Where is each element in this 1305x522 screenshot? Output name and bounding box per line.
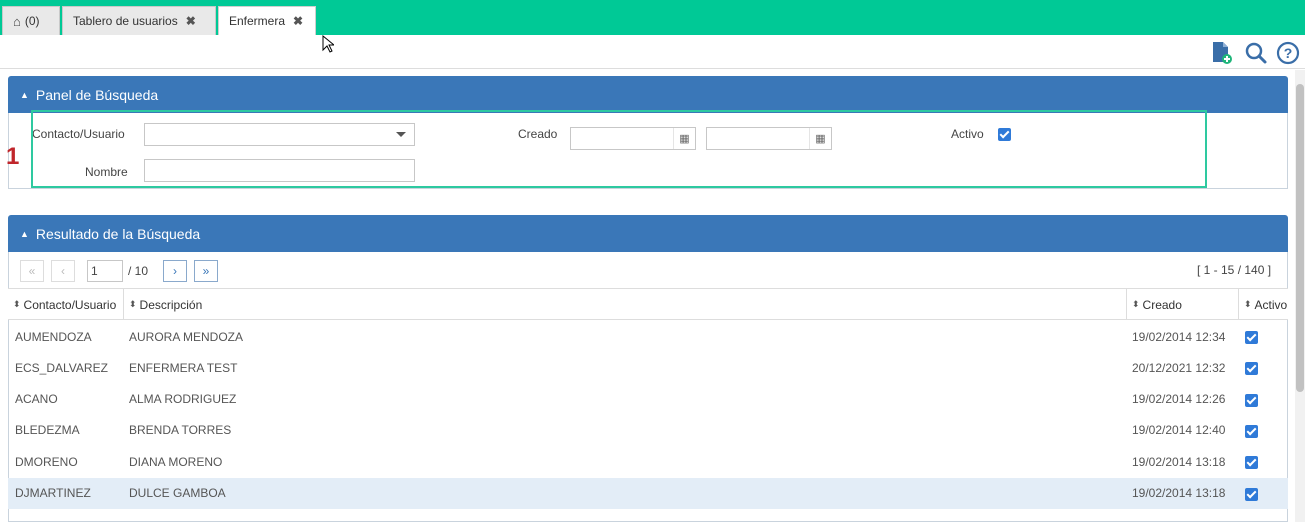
search-panel-header[interactable]: ▲ Panel de Búsqueda [8, 76, 1288, 113]
search-panel-title: Panel de Búsqueda [35, 86, 159, 103]
close-icon[interactable]: ✖ [186, 14, 196, 28]
cell-description: BRENDA TORRES [129, 423, 232, 438]
vertical-scrollbar[interactable] [1295, 70, 1305, 522]
next-page-button[interactable]: › [163, 260, 187, 282]
active-checkbox[interactable] [1245, 424, 1258, 438]
last-page-button[interactable]: » [194, 260, 218, 282]
tab-enfermera[interactable]: Enfermera ✖ [218, 6, 316, 35]
tab-home-count: (0) [24, 14, 40, 28]
cell-created: 20/12/2021 12:32 [1132, 360, 1226, 375]
table-row[interactable]: DMORENO DIANA MORENO 19/02/2014 13:18 [8, 446, 1288, 477]
cell-description: ALMA RODRIGUEZ [129, 392, 237, 407]
tab-enfermera-label: Enfermera [229, 14, 286, 28]
column-header-contact[interactable]: ⬍ Contacto/Usuario [8, 289, 124, 320]
annotation-step-number: 1 [6, 143, 20, 170]
cell-created: 19/02/2014 12:34 [1132, 329, 1226, 344]
first-page-button[interactable]: « [20, 260, 44, 282]
cell-created: 19/02/2014 13:18 [1132, 486, 1226, 500]
collapse-triangle-icon: ▲ [20, 89, 29, 100]
help-icon[interactable]: ? [1276, 41, 1300, 65]
active-checkbox[interactable] [1245, 487, 1258, 501]
cell-description: ENFERMERA TEST [129, 360, 238, 375]
cell-created: 19/02/2014 12:40 [1132, 423, 1226, 438]
cell-contact: DMORENO [15, 454, 78, 469]
result-range: [ 1 - 15 / 140 ] [1197, 263, 1272, 277]
table-row[interactable]: BLEDEZMA BRENDA TORRES 19/02/2014 12:40 [8, 415, 1288, 446]
column-header-description[interactable]: ⬍ Descripción [124, 289, 1127, 320]
toolbar: ? [0, 35, 1305, 69]
sort-icon: ⬍ [13, 299, 21, 309]
cell-contact: ECS_DALVAREZ [15, 360, 108, 375]
sort-icon: ⬍ [1132, 299, 1140, 309]
results-panel-header[interactable]: ▲ Resultado de la Búsqueda [8, 215, 1288, 252]
tab-dashboard-label: Tablero de usuarios [73, 14, 178, 28]
cell-created: 19/02/2014 13:18 [1132, 454, 1226, 469]
collapse-triangle-icon: ▲ [20, 228, 29, 239]
active-checkbox[interactable] [1245, 362, 1258, 376]
close-icon[interactable]: ✖ [293, 14, 303, 28]
mouse-cursor-icon [322, 35, 334, 53]
table-row[interactable]: AUMENDOZA AURORA MENDOZA 19/02/2014 12:34 [8, 321, 1288, 352]
column-header-active[interactable]: ⬍ Activo [1239, 289, 1288, 320]
page-number-input[interactable]: 1 [87, 260, 123, 282]
prev-page-button[interactable]: ‹ [51, 260, 75, 282]
column-header-created[interactable]: ⬍ Creado [1127, 289, 1239, 320]
sort-icon: ⬍ [129, 299, 137, 309]
cell-contact: DJMARTINEZ [15, 486, 91, 500]
tab-home[interactable]: ⌂ (0) [2, 6, 60, 35]
tab-bar: ⌂ (0) Tablero de usuarios ✖ Enfermera ✖ [0, 0, 1305, 35]
active-checkbox[interactable] [1245, 331, 1258, 344]
sort-icon: ⬍ [1244, 299, 1252, 309]
active-checkbox[interactable] [1245, 456, 1258, 470]
cell-contact: BLEDEZMA [15, 423, 80, 438]
annotation-highlight-box [31, 110, 1207, 188]
cell-contact: AUMENDOZA [15, 329, 92, 344]
tab-dashboard[interactable]: Tablero de usuarios ✖ [62, 6, 216, 35]
active-checkbox[interactable] [1245, 393, 1258, 407]
svg-text:?: ? [1284, 45, 1293, 61]
search-icon[interactable] [1244, 41, 1268, 65]
home-icon: ⌂ [13, 13, 21, 29]
cell-description: AURORA MENDOZA [129, 329, 244, 344]
cell-description: DULCE GAMBOA [129, 486, 226, 500]
add-document-icon[interactable] [1209, 41, 1233, 65]
scrollbar-thumb[interactable] [1296, 84, 1304, 392]
results-panel-title: Resultado de la Búsqueda [35, 225, 201, 242]
cell-created: 19/02/2014 12:26 [1132, 392, 1226, 407]
table-row[interactable]: DJMARTINEZ DULCE GAMBOA 19/02/2014 13:18 [8, 477, 1288, 509]
cell-description: DIANA MORENO [129, 454, 223, 469]
table-row[interactable]: ACANO ALMA RODRIGUEZ 19/02/2014 12:26 [8, 384, 1288, 415]
results-table-header: ⬍ Contacto/Usuario ⬍ Descripción ⬍ Cread… [8, 288, 1288, 320]
page-total: / 10 [128, 264, 149, 278]
table-row[interactable]: ECS_DALVAREZ ENFERMERA TEST 20/12/2021 12:… [8, 352, 1288, 383]
cell-contact: ACANO [15, 392, 58, 407]
